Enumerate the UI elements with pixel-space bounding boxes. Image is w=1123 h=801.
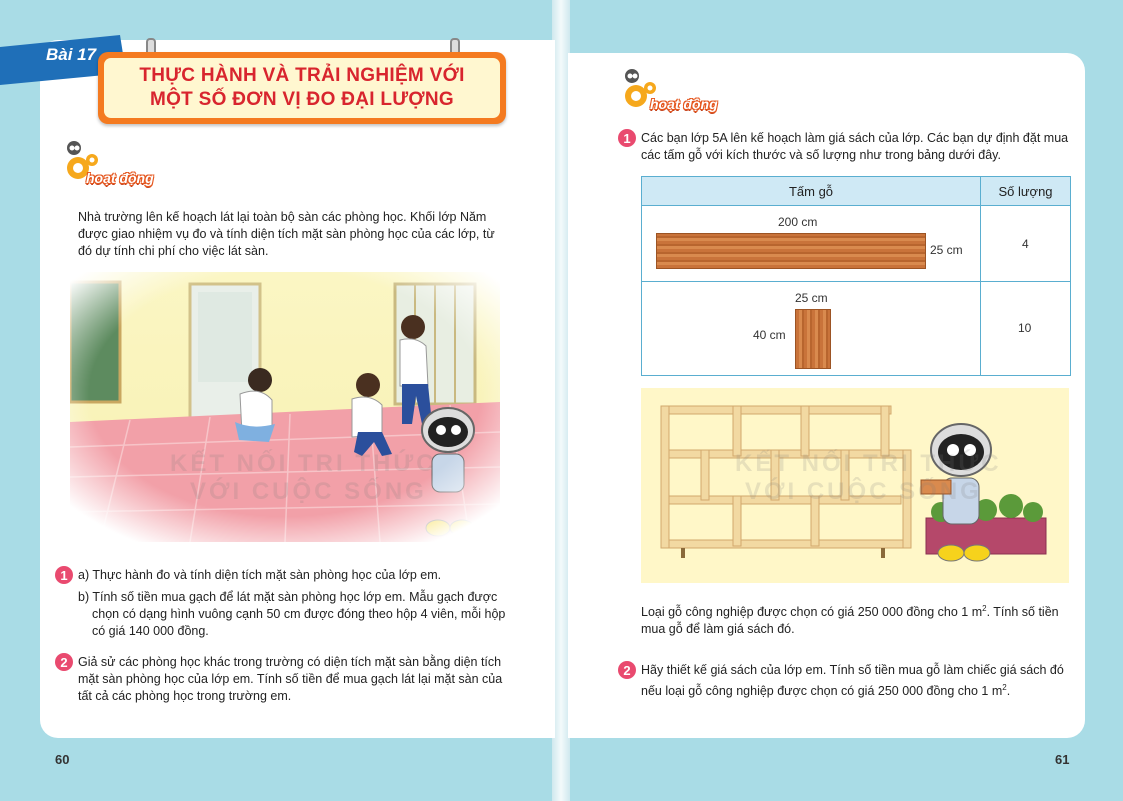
task-number-1-right: 1 <box>618 129 636 147</box>
board1-length-label: 200 cm <box>778 215 818 229</box>
task-number-2-right: 2 <box>618 661 636 679</box>
task1-part-a: a) Thực hành đo và tính diện tích mặt sà… <box>78 568 442 582</box>
board2-top-label: 25 cm <box>795 291 828 305</box>
watermark-left-line1: KẾT NỐI TRI THỨC <box>170 450 437 477</box>
task2-paragraph-right: Hãy thiết kế giá sách của lớp em. Tính s… <box>641 663 1064 699</box>
watermark-right-line1: KẾT NỐI TRI THỨC <box>735 450 1002 477</box>
board2-side-label: 40 cm <box>753 328 786 342</box>
wood-board-long <box>656 233 926 269</box>
task1-part-b: b) Tính số tiền mua gạch để lát mặt sàn … <box>78 590 506 638</box>
activity-label: hoạt động <box>650 96 718 112</box>
lesson-number: Bài 17 <box>46 45 97 64</box>
intro-paragraph: Nhà trường lên kế hoạch lát lại toàn bộ … <box>78 210 495 258</box>
task2-paragraph-left: Giả sử các phòng học khác trong trường c… <box>78 655 503 703</box>
wood-board-small <box>795 309 831 369</box>
board2-quantity: 10 <box>1018 321 1032 335</box>
lesson-title: THỰC HÀNH VÀ TRẢI NGHIỆM VỚI MỘT SỐ ĐƠN … <box>139 65 465 110</box>
task1-question-right: Loại gỗ công nghiệp được chọn có giá 250… <box>641 604 1059 637</box>
task-number-1-left: 1 <box>55 566 73 584</box>
table-header-board: Tấm gỗ <box>642 177 980 205</box>
page-number-right: 61 <box>1055 752 1070 767</box>
board1-quantity: 4 <box>1022 237 1029 251</box>
watermark-left-line2: VỚI CUỘC SỐNG <box>190 478 427 505</box>
wood-board-table: Tấm gỗ Số lượng 200 cm 25 cm 4 25 cm 40 … <box>641 176 1071 376</box>
watermark-right-line2: VỚI CUỘC SỐNG <box>745 478 982 505</box>
task-number-2-left: 2 <box>55 653 73 671</box>
table-header-quantity: Số lượng <box>981 177 1070 205</box>
board1-width-label: 25 cm <box>930 243 963 257</box>
lesson-title-box: THỰC HÀNH VÀ TRẢI NGHIỆM VỚI MỘT SỐ ĐƠN … <box>98 52 506 124</box>
activity-label: hoạt động <box>86 170 154 186</box>
page-number-left: 60 <box>55 752 70 767</box>
task1-intro-right: Các bạn lớp 5A lên kế hoạch làm giá sách… <box>641 131 1069 162</box>
